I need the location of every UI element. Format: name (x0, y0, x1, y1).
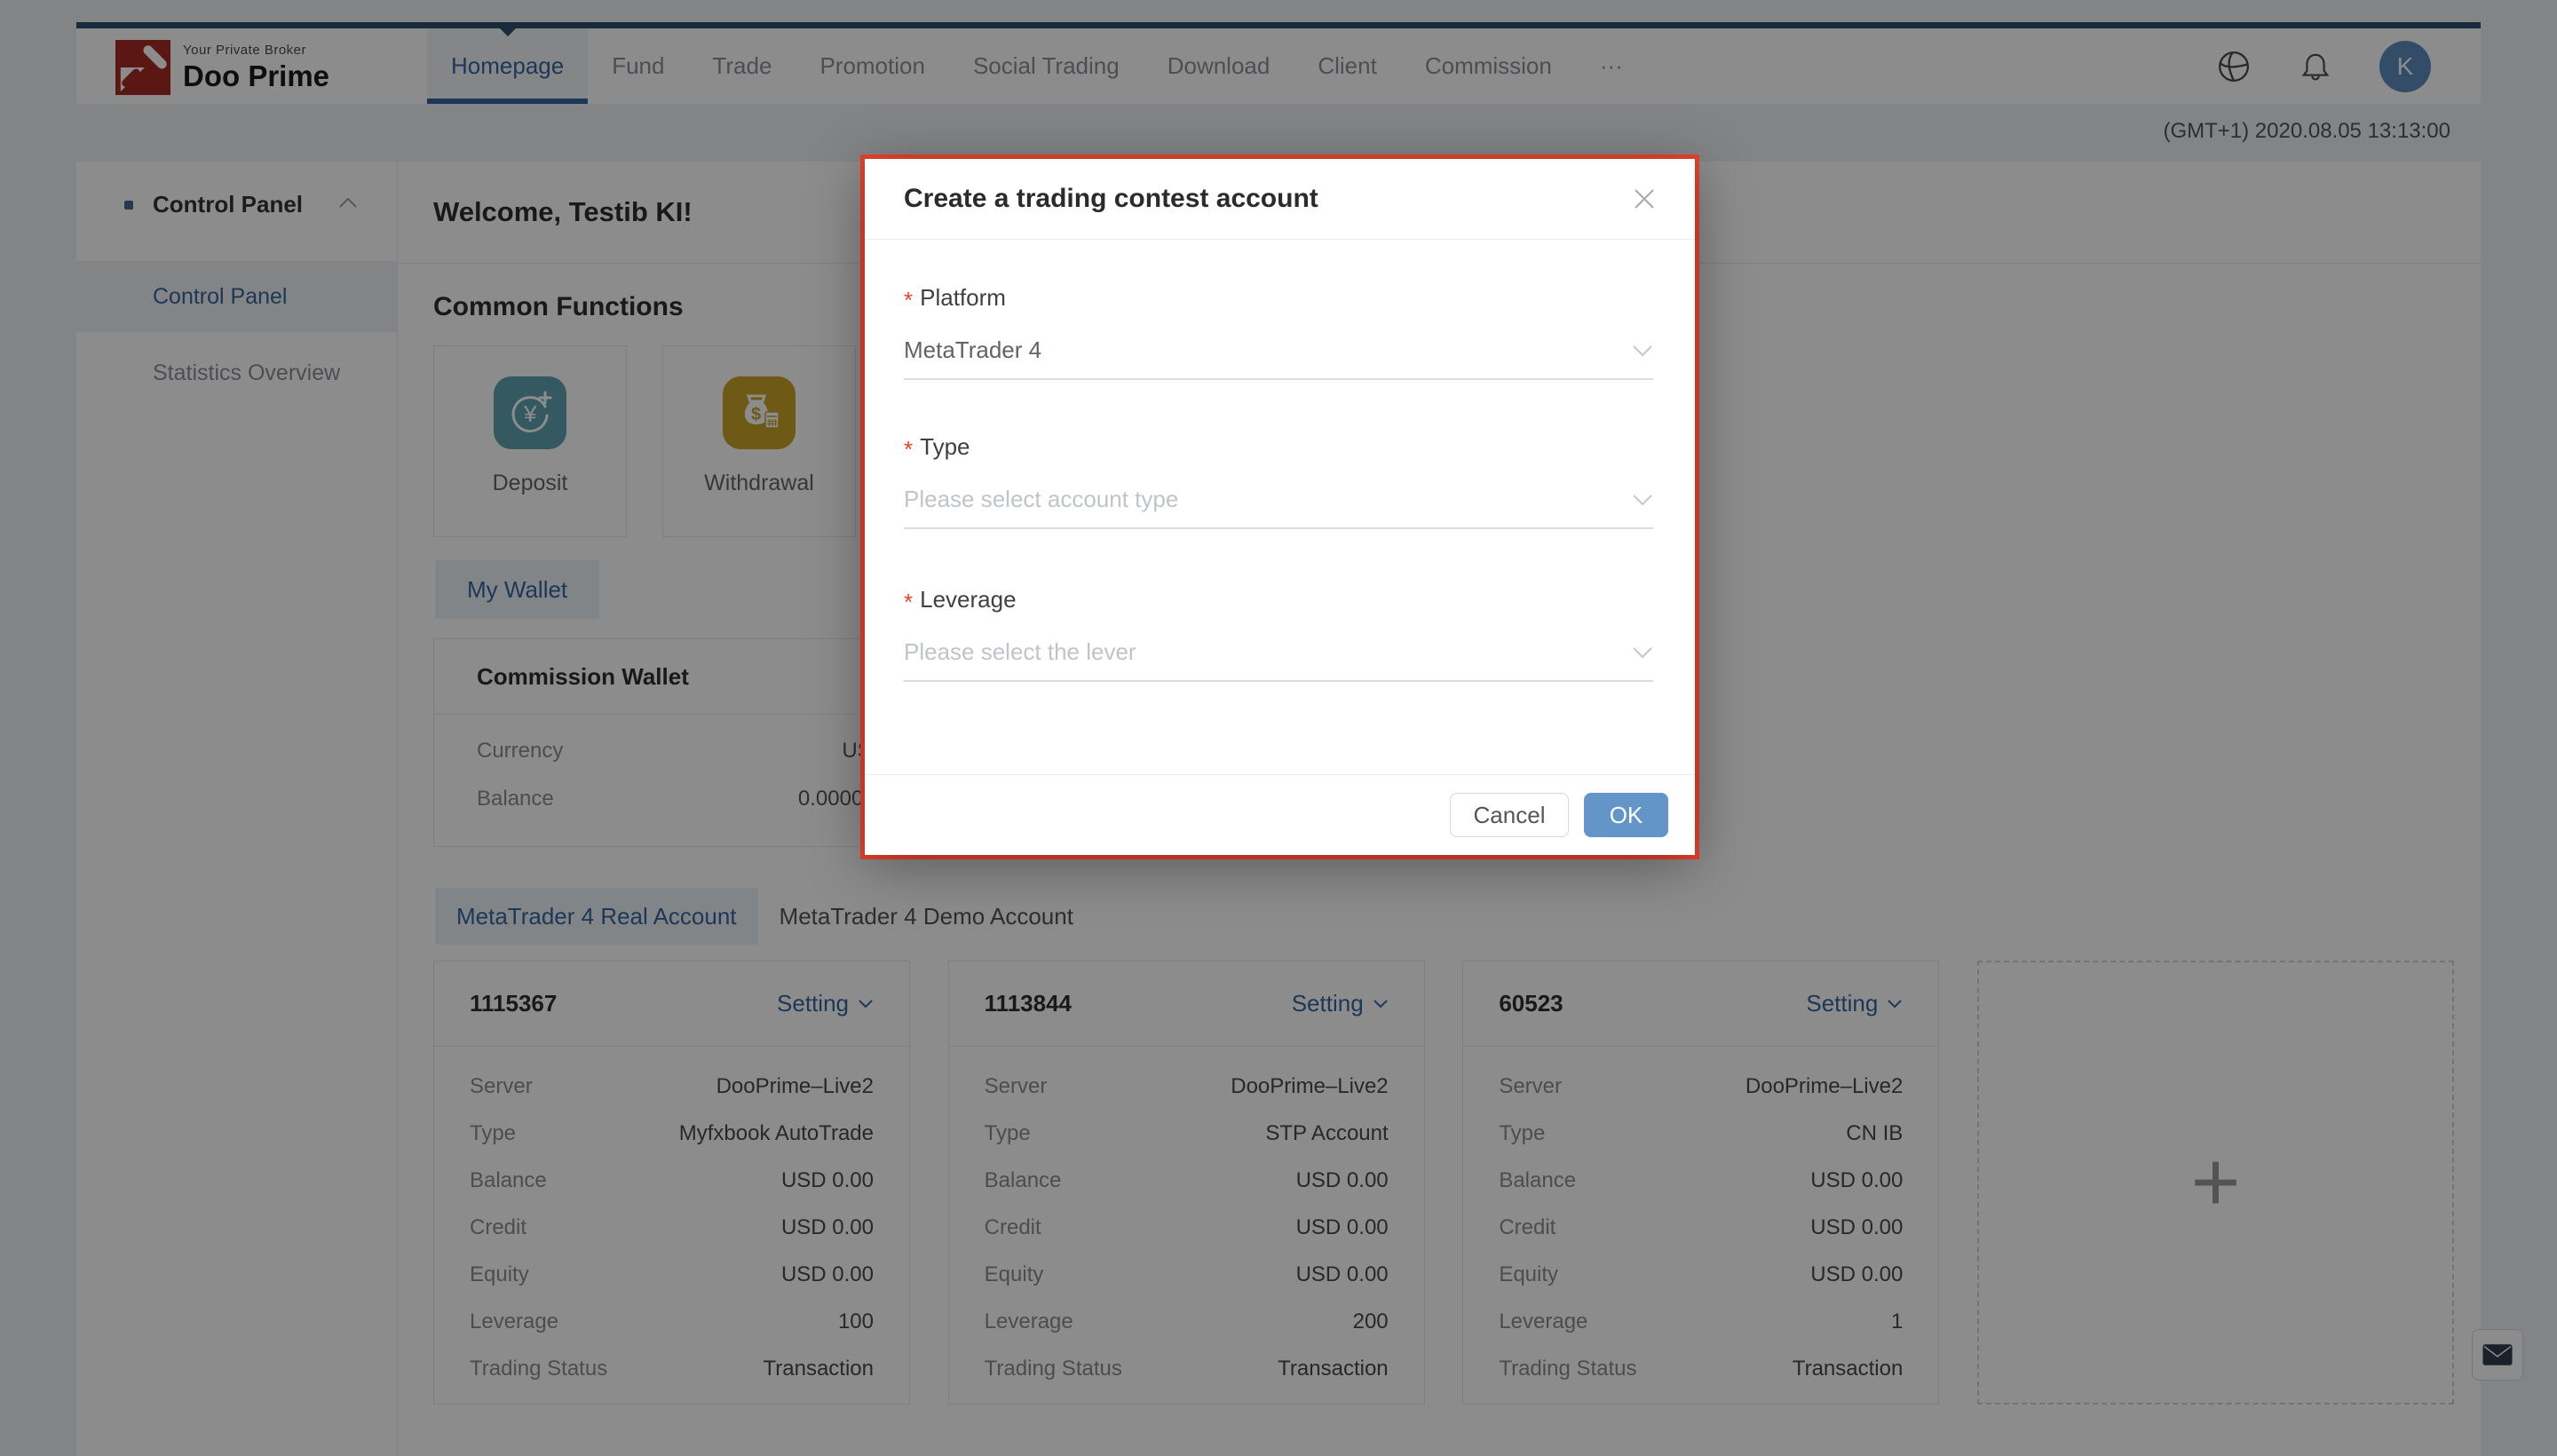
create-contest-account-modal: Create a trading contest account * Platf… (865, 159, 1695, 855)
field-label-text: Type (920, 433, 970, 460)
required-asterisk: * (904, 589, 914, 615)
leverage-field-label: * Leverage (904, 586, 1653, 615)
type-field-label: * Type (904, 433, 1653, 463)
chevron-down-icon (1633, 646, 1652, 658)
ok-button[interactable]: OK (1584, 793, 1668, 837)
annotation-highlight-box: Create a trading contest account * Platf… (860, 154, 1699, 859)
modal-body: * Platform MetaTrader 4 * Type Please se… (865, 284, 1695, 682)
select-placeholder: Please select the lever (904, 638, 1136, 665)
select-placeholder: Please select account type (904, 486, 1179, 512)
cancel-button[interactable]: Cancel (1450, 793, 1569, 837)
required-asterisk: * (904, 287, 914, 313)
required-asterisk: * (904, 436, 914, 463)
platform-field-label: * Platform (904, 284, 1653, 313)
leverage-select[interactable]: Please select the lever (904, 638, 1653, 682)
chevron-down-icon (1633, 494, 1652, 505)
field-label-text: Leverage (920, 586, 1017, 613)
chevron-down-icon (1633, 344, 1652, 356)
field-label-text: Platform (920, 284, 1006, 311)
page: Your Private Broker Doo Prime Homepage F… (0, 0, 2557, 1456)
select-value: MetaTrader 4 (904, 336, 1042, 363)
modal-title: Create a trading contest account (904, 184, 1318, 213)
modal-footer: Cancel OK (865, 774, 1695, 855)
close-icon[interactable] (1633, 187, 1656, 210)
modal-header: Create a trading contest account (865, 159, 1695, 240)
platform-select[interactable]: MetaTrader 4 (904, 336, 1653, 380)
type-select[interactable]: Please select account type (904, 486, 1653, 529)
